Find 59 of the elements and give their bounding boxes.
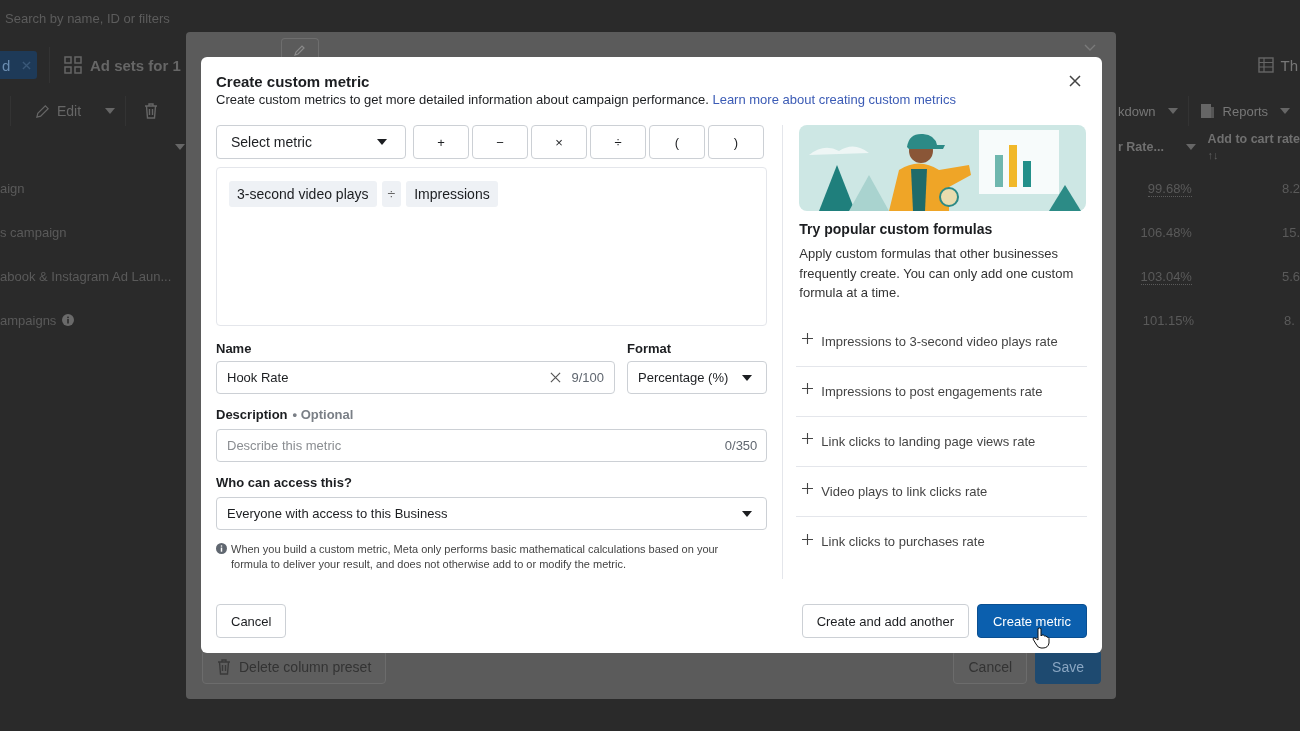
learn-more-link[interactable]: Learn more about creating custom metrics xyxy=(712,92,956,107)
caret-icon xyxy=(742,510,753,517)
operator-token[interactable]: ÷ xyxy=(381,181,402,207)
formula-editor[interactable]: 3-second video plays ÷ Impressions xyxy=(216,167,768,326)
access-select[interactable]: Everyone with access to this Business xyxy=(216,497,768,530)
formula-suggestion[interactable]: Video plays to link clicks rate xyxy=(796,466,1087,517)
section-text: Apply custom formulas that other businesses frequently create. You can only add one custom formula at a time. xyxy=(799,245,1075,302)
caret-icon xyxy=(742,374,753,381)
plus-icon xyxy=(802,383,814,394)
character-counter: 0/350 xyxy=(724,438,758,453)
info-icon xyxy=(62,314,75,326)
note-text: When you build a custom metric, Meta only performs basic mathematical calculations based on your formula to deliver your result, and does not otherwise add to or modify the metric. xyxy=(231,542,720,572)
metric-select[interactable]: Select metric xyxy=(216,125,406,159)
formula-suggestion[interactable]: Link clicks to landing page views rate xyxy=(796,416,1087,467)
trash-icon xyxy=(217,659,231,675)
pencil-icon xyxy=(35,103,50,119)
field-label: Format xyxy=(627,340,673,358)
caret-icon[interactable] xyxy=(1167,108,1178,114)
close-icon[interactable] xyxy=(1069,75,1081,87)
plus-icon xyxy=(802,433,814,444)
caret-icon xyxy=(377,139,387,145)
name-field[interactable]: Hook Rate 9/100 xyxy=(216,361,615,394)
operator-button[interactable]: − xyxy=(472,125,528,159)
optional-label: • Optional xyxy=(292,406,354,424)
format-select[interactable]: Percentage (%) xyxy=(627,361,768,394)
caret-icon[interactable] xyxy=(175,144,185,150)
plus-icon xyxy=(802,533,814,545)
section-title: Try popular custom formulas xyxy=(799,220,994,238)
formula-suggestion[interactable]: Link clicks to purchases rate xyxy=(796,516,1087,567)
caret-icon[interactable] xyxy=(1280,108,1291,114)
plus-icon xyxy=(802,483,814,494)
formula-suggestion[interactable]: Impressions to 3-second video plays rate xyxy=(796,316,1087,367)
trash-icon[interactable] xyxy=(144,103,158,119)
formula-suggestion[interactable]: Impressions to post engagements rate xyxy=(796,366,1087,417)
clear-icon[interactable] xyxy=(550,372,562,383)
field-label: Who can access this? xyxy=(216,474,353,492)
operator-button[interactable]: ÷ xyxy=(590,125,646,159)
metric-token[interactable]: Impressions xyxy=(406,181,498,207)
metric-token[interactable]: 3-second video plays xyxy=(229,181,377,207)
operator-button[interactable]: ) xyxy=(708,125,764,159)
create-metric-button[interactable]: Create metric xyxy=(976,604,1087,638)
reports-icon xyxy=(1198,103,1215,119)
dialog-subtitle: Create custom metrics to get more detailed information about campaign performance. xyxy=(216,92,709,107)
caret-icon[interactable] xyxy=(1185,144,1196,150)
cursor-icon xyxy=(1032,627,1050,649)
create-and-add-button[interactable]: Create and add another xyxy=(801,604,969,638)
field-label: Name xyxy=(216,340,253,358)
grid-icon xyxy=(64,56,82,74)
table-icon[interactable] xyxy=(1258,57,1275,73)
dialog-title: Create custom metric xyxy=(216,73,371,91)
cancel-button[interactable]: Cancel xyxy=(216,604,287,638)
chevron-icon[interactable] xyxy=(1084,44,1096,51)
operator-button[interactable]: ( xyxy=(649,125,705,159)
plus-icon xyxy=(802,333,814,344)
field-label: Description xyxy=(216,406,288,424)
operator-button[interactable]: + xyxy=(413,125,469,159)
info-icon xyxy=(216,543,227,554)
caret-icon[interactable] xyxy=(105,108,115,114)
operator-button[interactable]: × xyxy=(531,125,587,159)
